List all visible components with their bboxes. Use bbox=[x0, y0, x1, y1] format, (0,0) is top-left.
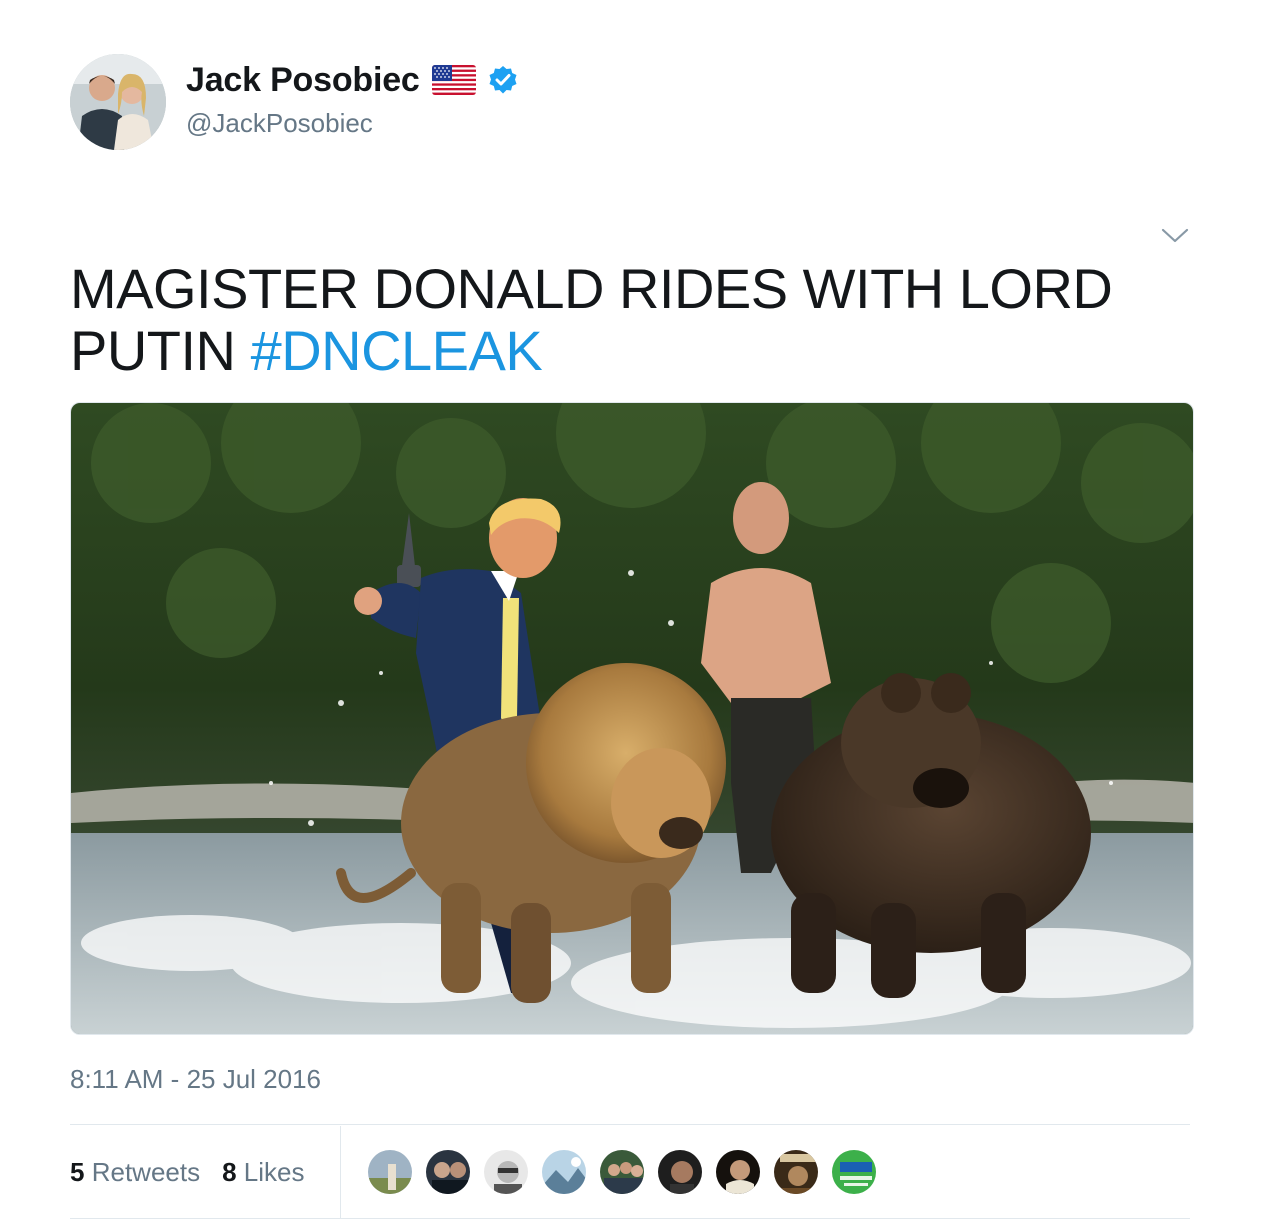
stats-divider-bottom bbox=[70, 1218, 1190, 1219]
stats-separator bbox=[340, 1126, 341, 1218]
liker-avatar[interactable] bbox=[540, 1148, 588, 1196]
likes-label: Likes bbox=[243, 1156, 305, 1187]
liker-avatar[interactable] bbox=[482, 1148, 530, 1196]
liker-avatar[interactable] bbox=[714, 1148, 762, 1196]
stats-divider-top bbox=[70, 1124, 1190, 1125]
author-display-name[interactable]: Jack Posobiec bbox=[186, 61, 420, 100]
tweet-media-image[interactable] bbox=[70, 402, 1194, 1035]
retweets-stat[interactable]: 5 Retweets bbox=[70, 1157, 200, 1188]
liker-avatar[interactable] bbox=[772, 1148, 820, 1196]
tweet-stats: 5 Retweets 8 Likes bbox=[70, 1126, 305, 1218]
author-handle[interactable]: @JackPosobiec bbox=[186, 108, 373, 139]
liker-avatar[interactable] bbox=[830, 1148, 878, 1196]
us-flag-icon bbox=[431, 65, 476, 95]
likers-avatar-list bbox=[366, 1148, 878, 1196]
tweet-text: MAGISTER DONALD RIDES WITH LORD PUTIN #D… bbox=[70, 258, 1190, 382]
liker-avatar[interactable] bbox=[366, 1148, 414, 1196]
retweets-count: 5 bbox=[70, 1156, 85, 1187]
author-name-row: Jack Posobiec bbox=[186, 58, 518, 102]
tweet-card: Jack Posobiec @JackPosobiec MAGISTER DON… bbox=[0, 0, 1264, 1222]
retweets-label: Retweets bbox=[91, 1156, 201, 1187]
liker-avatar[interactable] bbox=[656, 1148, 704, 1196]
likes-stat[interactable]: 8 Likes bbox=[222, 1157, 304, 1188]
author-avatar[interactable] bbox=[70, 54, 166, 150]
verified-badge-icon bbox=[488, 65, 518, 95]
hashtag-link[interactable]: #DNCLEAK bbox=[251, 319, 543, 382]
tweet-body-text: MAGISTER DONALD RIDES WITH LORD PUTIN bbox=[70, 257, 1113, 382]
chevron-down-icon[interactable] bbox=[1160, 226, 1190, 246]
liker-avatar[interactable] bbox=[424, 1148, 472, 1196]
tweet-timestamp[interactable]: 8:11 AM - 25 Jul 2016 bbox=[70, 1064, 321, 1095]
likes-count: 8 bbox=[222, 1156, 237, 1187]
liker-avatar[interactable] bbox=[598, 1148, 646, 1196]
